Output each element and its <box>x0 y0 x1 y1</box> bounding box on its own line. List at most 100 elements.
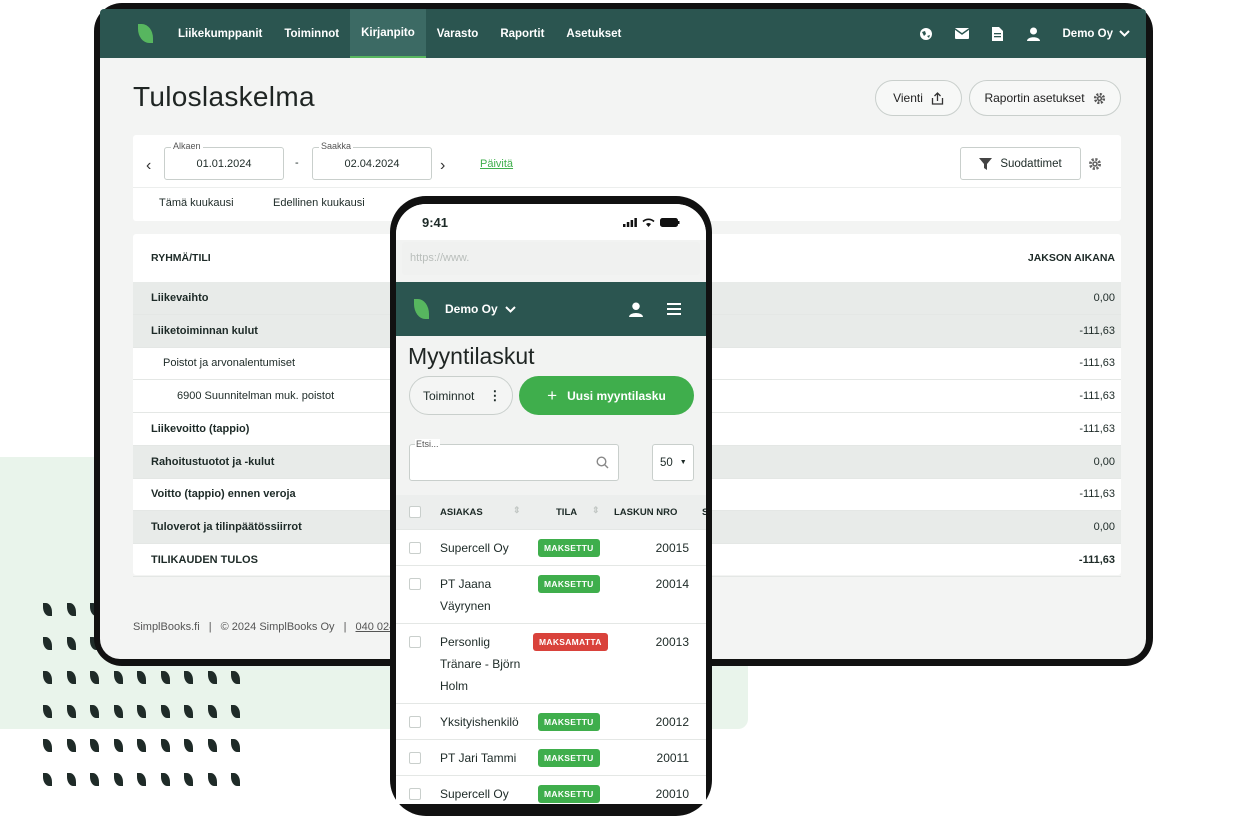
leaf-dot-icon <box>207 671 217 684</box>
mobile-navbar: Demo Oy <box>396 282 706 336</box>
chevron-down-icon <box>1119 30 1130 37</box>
invoice-row[interactable]: Personlig Tränare - Björn Holm MAKSAMATTA… <box>396 623 706 703</box>
report-row-label: Liikevaihto <box>151 292 209 304</box>
mobile-company-name[interactable]: Demo Oy <box>445 302 498 316</box>
nav-item-varasto[interactable]: Varasto <box>426 9 490 58</box>
leaf-dot-icon <box>137 705 146 718</box>
invoice-number[interactable]: 20011 <box>657 751 689 765</box>
leaf-dot-icon <box>43 705 52 718</box>
invoice-number[interactable]: 20015 <box>656 541 689 555</box>
report-row-value: 0,00 <box>1093 292 1115 304</box>
invoice-customer[interactable]: Personlig Tränare - Björn Holm <box>440 631 530 697</box>
company-menu[interactable]: Demo Oy <box>1063 28 1131 40</box>
chevron-down-icon[interactable] <box>504 305 516 313</box>
invoice-number[interactable]: 20013 <box>656 635 689 649</box>
invoice-row[interactable]: PT Jari Tammi MAKSETTU 20011 <box>396 739 706 775</box>
leaf-dot-icon <box>137 773 146 786</box>
invoice-customer[interactable]: PT Jaana Väyrynen <box>440 573 530 617</box>
end-date-value: 02.04.2024 <box>344 157 400 170</box>
leaf-dot-icon <box>43 603 52 616</box>
invoice-row[interactable]: Supercell Oy MAKSETTU 20015 <box>396 529 706 565</box>
invoice-customer[interactable]: Supercell Oy <box>440 783 530 804</box>
leaf-dot-icon <box>66 705 76 718</box>
col-number[interactable]: LASKUN NRO <box>614 507 677 518</box>
leaf-dot-icon <box>184 671 193 684</box>
row-checkbox[interactable] <box>409 636 421 648</box>
report-row-label: Liikevoitto (tappio) <box>151 422 250 435</box>
mail-icon[interactable] <box>954 27 969 41</box>
prev-period-icon[interactable]: ‹ <box>146 157 151 175</box>
actions-label: Toiminnot <box>423 388 475 403</box>
start-date-field[interactable]: Alkaen 01.01.2024 <box>164 141 284 180</box>
url-bar[interactable]: https://www. <box>402 242 700 275</box>
search-input[interactable]: Etsi... <box>409 439 619 481</box>
export-button[interactable]: Vienti <box>875 80 962 116</box>
col-extra[interactable]: S <box>702 507 706 518</box>
actions-button[interactable]: Toiminnot ⋮ <box>409 376 513 415</box>
hamburger-menu-icon[interactable] <box>667 303 681 315</box>
next-period-icon[interactable]: › <box>440 157 445 175</box>
refresh-link[interactable]: Päivitä <box>480 158 513 170</box>
row-checkbox[interactable] <box>409 716 421 728</box>
globe-icon[interactable] <box>919 27 933 41</box>
document-icon[interactable] <box>991 26 1005 41</box>
sort-icon[interactable]: ⇕ <box>513 505 521 516</box>
invoice-row[interactable]: Yksityishenkilö MAKSETTU 20012 <box>396 703 706 739</box>
select-all-checkbox[interactable] <box>409 506 421 518</box>
user-icon[interactable] <box>1027 27 1041 41</box>
user-icon[interactable] <box>629 302 643 317</box>
row-checkbox[interactable] <box>409 578 421 590</box>
invoice-row[interactable]: Supercell Oy MAKSETTU 20010 <box>396 775 706 804</box>
invoice-number[interactable]: 20012 <box>656 715 689 729</box>
invoice-number[interactable]: 20014 <box>656 577 689 591</box>
leaf-logo-icon[interactable] <box>138 24 153 43</box>
end-date-label: Saakka <box>319 141 354 151</box>
leaf-dot-icon <box>90 671 99 684</box>
signal-icon <box>623 217 637 227</box>
nav-item-kirjanpito[interactable]: Kirjanpito <box>350 9 426 58</box>
leaf-dot-icon <box>113 773 123 786</box>
invoice-customer[interactable]: PT Jari Tammi <box>440 747 530 769</box>
row-checkbox[interactable] <box>409 752 421 764</box>
leaf-dot-icon <box>137 671 146 684</box>
leaf-dot-icon <box>90 773 99 786</box>
report-settings-button[interactable]: Raportin asetukset <box>969 80 1121 116</box>
invoice-customer[interactable]: Yksityishenkilö <box>440 711 530 733</box>
new-invoice-button[interactable]: + Uusi myyntilasku <box>519 376 694 415</box>
share-icon <box>931 91 944 105</box>
quick-previous-month[interactable]: Edellinen kuukausi <box>273 197 365 209</box>
filters-button[interactable]: Suodattimet <box>960 147 1081 180</box>
col-status[interactable]: TILA <box>556 507 577 518</box>
row-checkbox[interactable] <box>409 542 421 554</box>
sort-icon[interactable]: ⇕ <box>592 505 600 516</box>
end-date-field[interactable]: Saakka 02.04.2024 <box>312 141 432 180</box>
leaf-dot-icon <box>184 739 193 752</box>
footer-site: SimplBooks.fi <box>133 621 200 633</box>
col-customer[interactable]: ASIAKAS <box>440 507 483 518</box>
leaf-dot-icon <box>160 773 170 786</box>
invoice-customer[interactable]: Supercell Oy <box>440 537 530 559</box>
report-row-value: 0,00 <box>1093 455 1115 468</box>
table-settings-gear-icon[interactable] <box>1088 157 1102 176</box>
report-row-value: -111,63 <box>1079 390 1115 403</box>
date-separator: - <box>295 157 299 169</box>
leaf-dot-icon <box>43 671 52 684</box>
nav-item-toiminnot[interactable]: Toiminnot <box>273 9 350 58</box>
quick-this-month[interactable]: Tämä kuukausi <box>159 197 234 209</box>
nav-item-asetukset[interactable]: Asetukset <box>555 9 632 58</box>
new-invoice-label: Uusi myyntilasku <box>567 388 666 403</box>
report-row-label: Rahoitustuotot ja -kulut <box>151 455 275 468</box>
mobile-screen: 9:41 https://www. Demo Oy Myyntilaskut T… <box>396 204 706 804</box>
leaf-dot-icon <box>184 705 193 718</box>
invoice-row[interactable]: PT Jaana Väyrynen MAKSETTU 20014 <box>396 565 706 623</box>
leaf-dot-icon <box>231 773 240 786</box>
row-checkbox[interactable] <box>409 788 421 800</box>
nav-item-liikekumppanit[interactable]: Liikekumppanit <box>167 9 273 58</box>
leaf-dot-icon <box>160 739 170 752</box>
page-size-select[interactable]: 50 ▼ <box>652 444 694 481</box>
nav-item-raportit[interactable]: Raportit <box>489 9 555 58</box>
leaf-logo-icon[interactable] <box>414 299 429 319</box>
invoice-number[interactable]: 20010 <box>656 787 689 801</box>
leaf-dot-icon <box>231 671 240 684</box>
status-badge: MAKSAMATTA <box>533 633 608 651</box>
